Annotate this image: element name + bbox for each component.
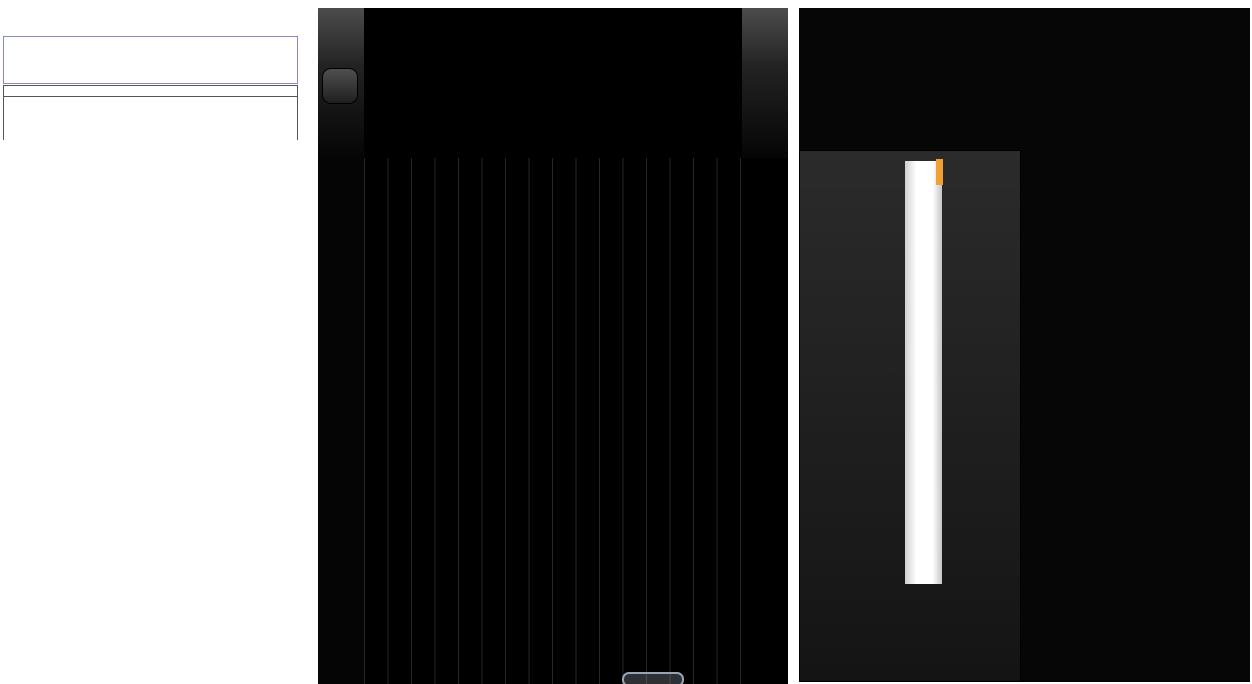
time-chart-curves [364, 158, 747, 684]
rig-time-header [318, 8, 364, 62]
realtime-plot-panel [0, 0, 312, 684]
time-chart[interactable] [364, 158, 747, 684]
track-scale-rows [3, 97, 298, 140]
block-position-gauge [799, 150, 1021, 682]
curve-legend-box [3, 36, 298, 84]
gauge-marker [936, 159, 943, 185]
rig-time-track-panel [318, 8, 788, 684]
drilling-dashboard [0, 0, 1252, 684]
master-track-header [742, 8, 788, 62]
horizontal-scroll-pill[interactable] [622, 672, 684, 684]
interval-2hr-button[interactable] [322, 68, 358, 104]
gauge-bar [905, 161, 942, 584]
status-tiles-panel [799, 8, 1250, 682]
track-header-row [3, 85, 298, 97]
gauge-grid [364, 8, 747, 158]
master-track-strip[interactable] [747, 158, 788, 684]
well-log-plot [0, 140, 312, 684]
master-track-subcolumn [742, 62, 788, 158]
